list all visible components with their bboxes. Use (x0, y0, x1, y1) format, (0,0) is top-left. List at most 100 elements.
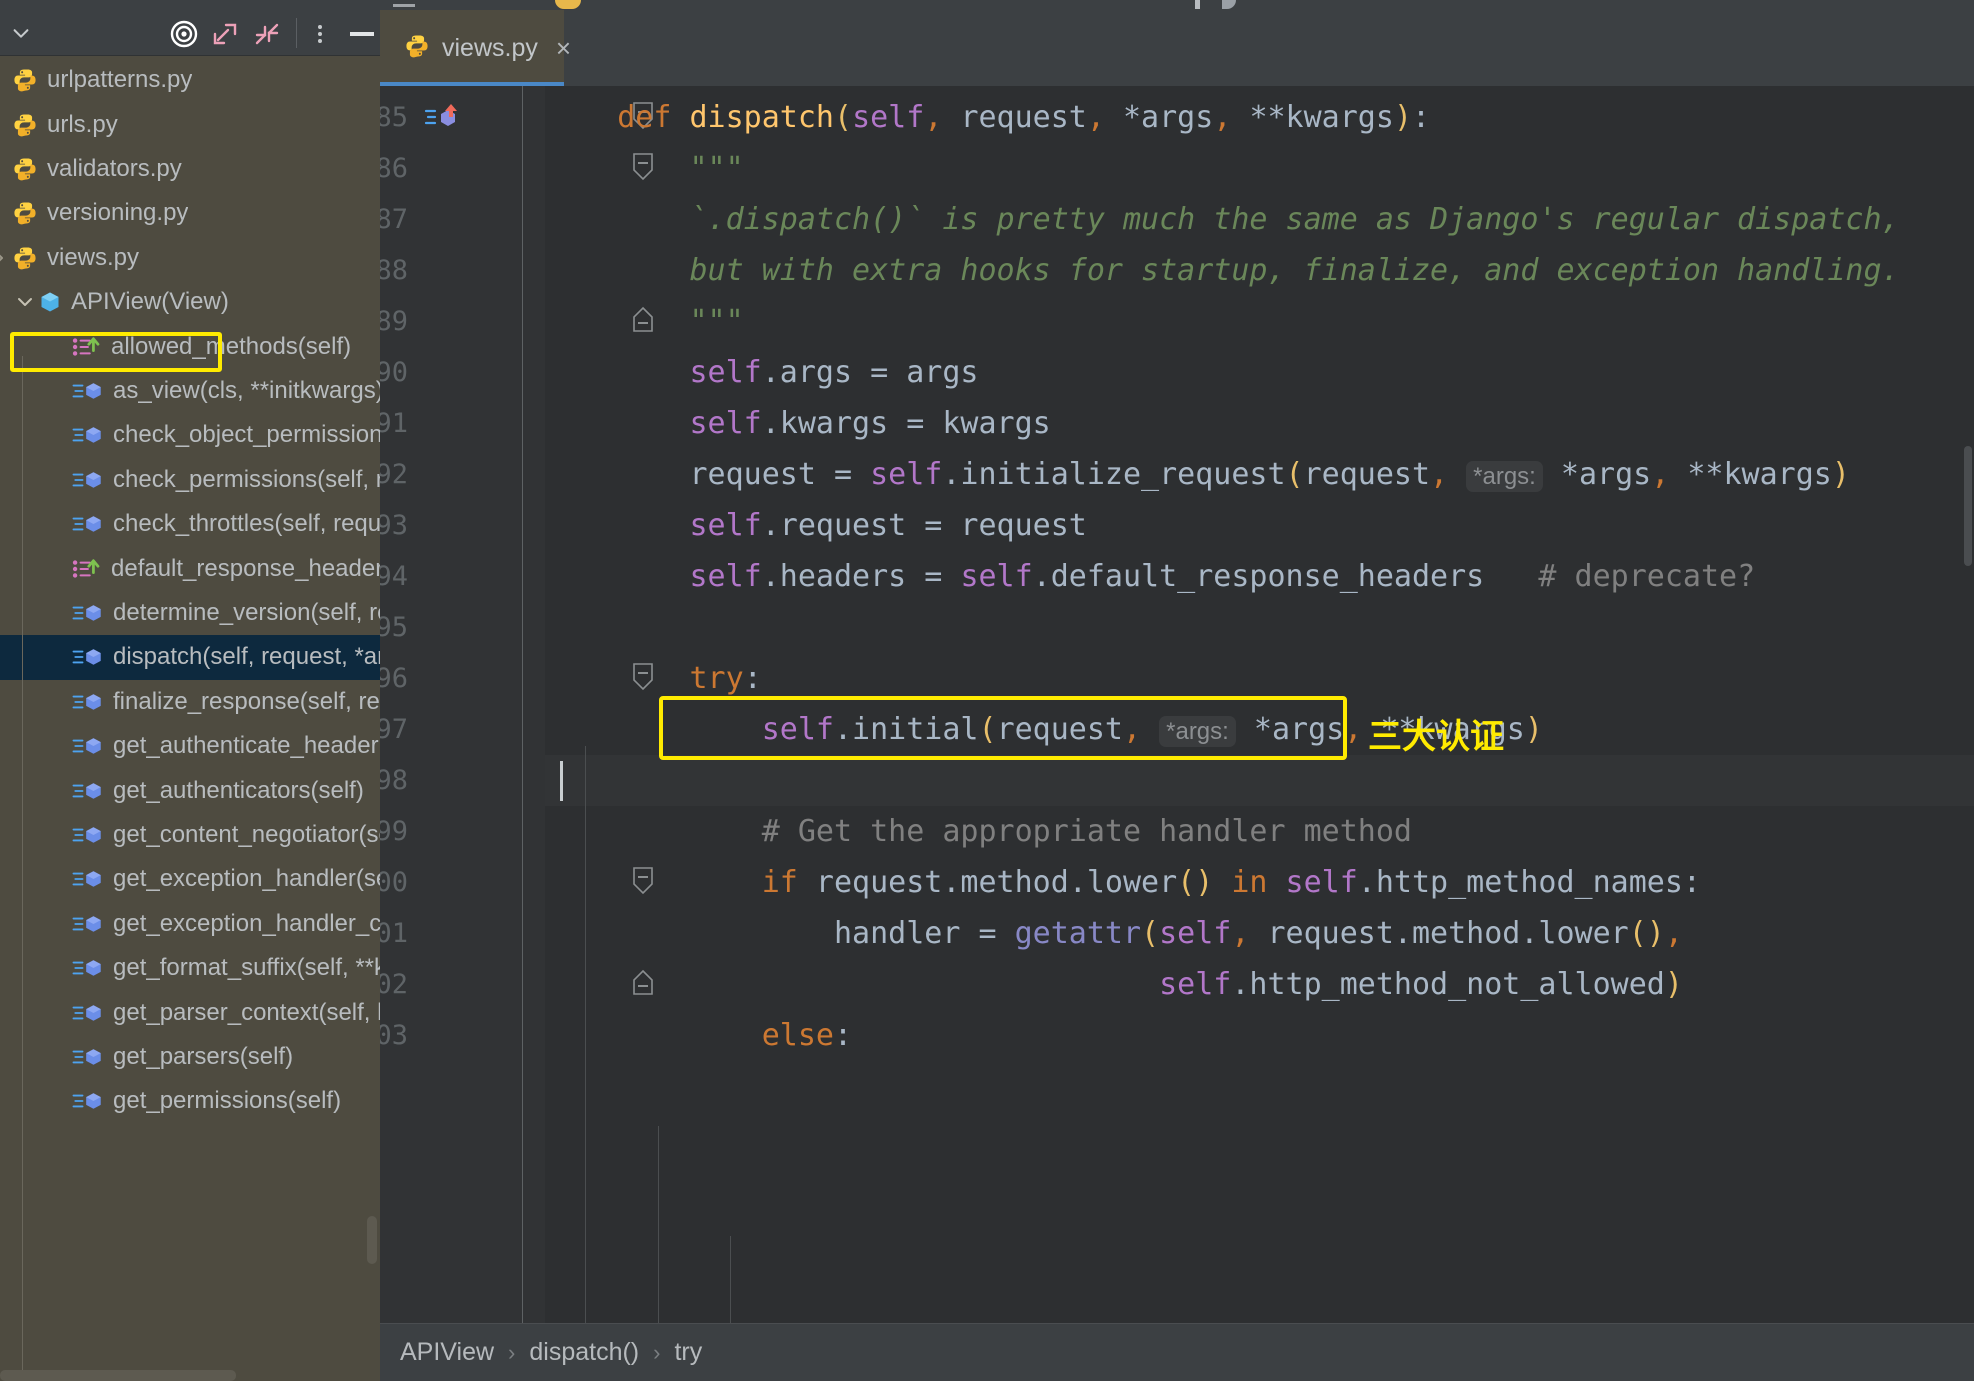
code-token: *args (1235, 712, 1345, 747)
code-token: dispatch (689, 100, 835, 135)
chevron-down-icon[interactable] (14, 291, 36, 313)
tree-item-label: get_exception_handler_context(self) (113, 909, 380, 937)
code-token: try (689, 661, 744, 696)
minimize-glyph (393, 4, 415, 7)
tree-item-finalize_response[interactable]: finalize_response(self, request, respons… (0, 680, 380, 724)
code-token: ) (1831, 457, 1850, 492)
code-line-485[interactable]: def dispatch(self, request, *args, **kwa… (545, 92, 1430, 143)
code-line-492[interactable]: request = self.initialize_request(reques… (545, 449, 1850, 500)
code-line-501[interactable]: handler = getattr(self, request.method.l… (545, 908, 1683, 959)
tree-item-get_authenticators[interactable]: get_authenticators(self) (0, 768, 380, 812)
tree-item-get_content_negotiator[interactable]: get_content_negotiator(self) (0, 813, 380, 857)
chevron-right-icon[interactable] (0, 247, 10, 269)
code-token: .http_method_not_allowed (1231, 967, 1665, 1002)
tree-item-default_response_headers[interactable]: default_response_headers(self) (0, 546, 380, 590)
parameter-hint-inlay: *args: (1159, 716, 1236, 747)
code-line-496[interactable]: try: (545, 653, 762, 704)
code-line-494[interactable]: self.headers = self.default_response_hea… (545, 551, 1756, 602)
breadcrumb-item-try[interactable]: try (674, 1338, 702, 1367)
tree-item-label: get_exception_handler(self) (113, 865, 380, 893)
tree-item-urlpatterns.py[interactable]: urlpatterns.py (0, 58, 380, 102)
code-line-493[interactable]: self.request = request (545, 500, 1087, 551)
code-line-491[interactable]: self.kwargs = kwargs (545, 398, 1051, 449)
line-number-gutter[interactable]: 485 486 487 488 489 490 491 492 493 494 495 496 497… (380, 86, 500, 1323)
tree-item-urls.py[interactable]: urls.py (0, 102, 380, 146)
breadcrumb[interactable]: APIView › dispatch() › try (380, 1323, 1974, 1381)
code-line-502[interactable]: self.http_method_not_allowed) (545, 959, 1683, 1010)
method-icon (72, 514, 104, 534)
line-number: 496 (380, 663, 408, 694)
code-token: , (1123, 712, 1142, 747)
tree-item-allowed_methods[interactable]: allowed_methods(self) (0, 324, 380, 368)
breadcrumb-item-dispatch[interactable]: dispatch() (529, 1338, 639, 1367)
code-line-488[interactable]: but with extra hooks for startup, finali… (545, 245, 1899, 296)
code-token: ( (1285, 457, 1304, 492)
tab-ghost-right (1222, 0, 1236, 9)
code-line-487[interactable]: `.dispatch()` is pretty much the same as… (545, 194, 1899, 245)
kebab-menu-icon[interactable] (308, 21, 332, 47)
code-editor[interactable]: 485 486 487 488 489 490 491 492 493 494 495 496 497… (380, 86, 1974, 1323)
tree-item-dispatch[interactable]: dispatch(self, request, *args, **kwargs) (0, 635, 380, 680)
tree-item-views.py[interactable]: views.py (0, 236, 380, 280)
tree-horizontal-scrollbar[interactable] (0, 1370, 236, 1381)
tree-item-as_view[interactable]: as_view(cls, **initkwargs) (0, 369, 380, 413)
tree-item-check_permissions[interactable]: check_permissions(self, request) (0, 458, 380, 502)
window-chrome-strip (0, 0, 1974, 10)
method-icon (72, 869, 104, 889)
code-line-490[interactable]: self.args = args (545, 347, 979, 398)
tree-item-get_authenticate_header[interactable]: get_authenticate_header(self, request) (0, 724, 380, 768)
code-line-486[interactable]: """ (545, 143, 743, 194)
tree-item-APIView[interactable]: APIView(View) (0, 280, 380, 324)
code-token: : (834, 1018, 853, 1053)
tree-item-get_exception_handler[interactable]: get_exception_handler(self) (0, 857, 380, 901)
tree-item-get_format_suffix[interactable]: get_format_suffix(self, **kwargs) (0, 946, 380, 990)
tree-item-get_parsers[interactable]: get_parsers(self) (0, 1035, 380, 1079)
collapse-all-icon[interactable] (252, 21, 282, 47)
code-line-500[interactable]: if request.method.lower() in self.http_m… (545, 857, 1701, 908)
chevron-down-icon[interactable] (8, 22, 34, 44)
editor-vertical-scrollbar[interactable] (1964, 446, 1972, 566)
code-line-503[interactable]: else: (545, 1010, 852, 1061)
code-token: request (1303, 457, 1431, 492)
code-line-489[interactable]: """ (545, 296, 743, 347)
expand-all-icon[interactable] (210, 21, 240, 47)
tree-item-check_object_permissions[interactable]: check_object_permissions(self, request, … (0, 413, 380, 457)
override-method-gutter-icon[interactable] (424, 102, 466, 132)
tree-vertical-scrollbar[interactable] (367, 1216, 377, 1264)
tree-item-label: get_parser_context(self, http_request) (113, 998, 380, 1026)
structure-toolbar (0, 10, 380, 56)
code-token: *args (1542, 457, 1652, 492)
fold-gutter[interactable] (500, 86, 653, 1323)
editor-tab-views-py[interactable]: views.py × (380, 10, 571, 86)
tree-item-determine_version[interactable]: determine_version(self, request, *args, … (0, 591, 380, 635)
tree-item-get_parser_context[interactable]: get_parser_context(self, http_request) (0, 990, 380, 1034)
indent-guide (585, 746, 586, 1323)
tree-item-label: check_object_permissions(self, request, … (113, 421, 380, 449)
code-token: request (960, 100, 1087, 135)
structure-tree[interactable]: get_permissions(self) get_parsers(self) … (0, 56, 380, 1381)
tree-item-label: check_throttles(self, request) (113, 510, 380, 538)
code-token: : (1682, 865, 1701, 900)
breadcrumb-item-apiview[interactable]: APIView (400, 1338, 494, 1367)
autoscroll-to-source-icon[interactable] (170, 20, 198, 48)
parameter-hint-inlay: *args: (1466, 461, 1543, 492)
code-line-499[interactable]: # Get the appropriate handler method (545, 806, 1412, 857)
tree-item-get_exception_handler_context[interactable]: get_exception_handler_context(self) (0, 902, 380, 946)
tree-item-get_permissions[interactable]: get_permissions(self) (0, 1079, 380, 1123)
code-lines[interactable]: def dispatch(self, request, *args, **kwa… (545, 86, 1974, 1323)
hide-panel-icon[interactable] (348, 21, 376, 47)
python-file-icon (12, 156, 38, 182)
tree-item-versioning.py[interactable]: versioning.py (0, 191, 380, 235)
tree-item-validators.py[interactable]: validators.py (0, 147, 380, 191)
code-token: else (761, 1018, 834, 1053)
close-icon[interactable]: × (556, 33, 571, 64)
tree-item-check_throttles[interactable]: check_throttles(self, request) (0, 502, 380, 546)
